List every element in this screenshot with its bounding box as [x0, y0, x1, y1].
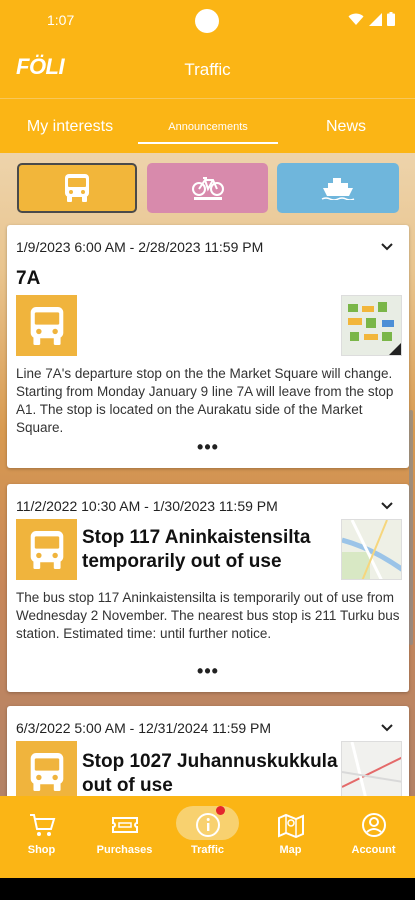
announcement-title: Stop 1027 Juhannuskukkula out of use [82, 751, 338, 796]
notification-dot [216, 806, 225, 815]
nav-purchases-label: Purchases [96, 844, 153, 856]
battery-icon [387, 12, 395, 26]
filter-boat-button[interactable] [277, 163, 399, 213]
announcement-date: 1/9/2023 6:00 AM - 2/28/2023 11:59 PM [16, 239, 264, 255]
announcement-title: Stop 117 Aninkaistensilta temporarily ou… [82, 527, 311, 572]
app-header: FÖLI Traffic [0, 40, 415, 98]
app-screen: 1:07 FÖLI Traffic My interests Announcem… [0, 0, 415, 900]
boat-icon [321, 178, 355, 200]
nav-map-label: Map [279, 844, 302, 856]
map-icon [249, 810, 332, 840]
ticket-icon [83, 810, 166, 840]
more-options[interactable]: ••• [7, 661, 409, 682]
active-tab-indicator [138, 142, 278, 144]
more-options[interactable]: ••• [7, 437, 409, 458]
nav-traffic[interactable]: Traffic [166, 796, 249, 878]
bus-icon [16, 519, 77, 580]
nav-account-label: Account [351, 844, 396, 856]
chevron-down-icon[interactable] [379, 720, 395, 736]
tab-bar: My interests Announcements News [0, 98, 415, 153]
announcement-body: The bus stop 117 Aninkaistensilta is tem… [16, 590, 400, 641]
announcement-body: Line 7A's departure stop on the the Mark… [16, 366, 394, 435]
announcement-card[interactable]: 11/2/2022 10:30 AM - 1/30/2023 11:59 PM … [7, 484, 409, 692]
nav-purchases[interactable]: Purchases [83, 796, 166, 878]
bus-icon [16, 741, 77, 802]
tab-my-interests[interactable]: My interests [0, 99, 140, 154]
announcement-thumbnail[interactable] [341, 519, 402, 580]
wifi-icon [348, 13, 364, 25]
announcement-card[interactable]: 6/3/2022 5:00 AM - 12/31/2024 11:59 PM S… [7, 706, 409, 806]
announcement-title: 7A [16, 268, 41, 289]
nav-shop[interactable]: Shop [0, 796, 83, 878]
scrollbar[interactable] [409, 410, 413, 645]
announcement-date: 6/3/2022 5:00 AM - 12/31/2024 11:59 PM [16, 720, 272, 736]
account-icon [332, 810, 415, 840]
announcement-thumbnail[interactable] [341, 295, 402, 356]
nav-map[interactable]: Map [249, 796, 332, 878]
status-bar: 1:07 [0, 0, 415, 40]
page-title: Traffic [184, 60, 231, 79]
bike-icon [191, 177, 224, 200]
filter-bike-button[interactable] [147, 163, 268, 213]
system-navigation-bar [0, 878, 415, 900]
tab-news[interactable]: News [277, 99, 415, 154]
bus-icon [16, 295, 77, 356]
nav-shop-label: Shop [27, 844, 56, 856]
filter-bus-button[interactable] [17, 163, 137, 213]
tab-announcements[interactable]: Announcements [138, 99, 278, 154]
announcement-date: 11/2/2022 10:30 AM - 1/30/2023 11:59 PM [16, 498, 278, 514]
status-icons [348, 12, 395, 26]
status-time: 1:07 [47, 12, 75, 28]
signal-icon [369, 12, 382, 26]
chevron-down-icon[interactable] [379, 498, 395, 514]
cart-icon [0, 810, 83, 840]
nav-account[interactable]: Account [332, 796, 415, 878]
bus-icon [65, 174, 89, 202]
camera-cutout [195, 9, 219, 33]
nav-traffic-label: Traffic [190, 844, 224, 856]
announcement-card[interactable]: 1/9/2023 6:00 AM - 2/28/2023 11:59 PM 7A… [7, 225, 409, 468]
info-icon [166, 810, 249, 840]
announcement-thumbnail[interactable] [341, 741, 402, 802]
chevron-down-icon[interactable] [379, 239, 395, 255]
